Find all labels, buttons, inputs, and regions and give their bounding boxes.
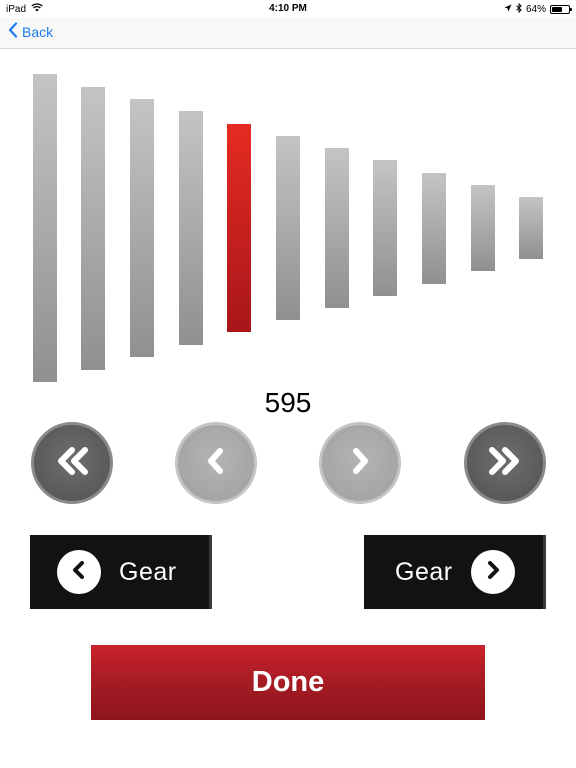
gear-bar[interactable] xyxy=(373,160,397,296)
done-button[interactable]: Done xyxy=(91,645,485,720)
gear-up-circle xyxy=(470,550,515,594)
gear-down-circle xyxy=(57,550,101,594)
gear-bar[interactable] xyxy=(179,111,203,345)
gear-bar[interactable] xyxy=(33,74,57,382)
gear-bar[interactable] xyxy=(519,197,543,259)
gear-bar[interactable] xyxy=(276,136,300,320)
app-screen: iPad 4:10 PM 64% Back 595 Gear Gear Done xyxy=(0,0,576,768)
gear-bar[interactable] xyxy=(130,99,154,357)
chevron-right-icon xyxy=(485,560,501,585)
gear-down-button[interactable]: Gear xyxy=(30,535,212,609)
gear-bar[interactable] xyxy=(422,173,446,284)
gear-bars xyxy=(0,0,576,400)
gear-bar[interactable] xyxy=(471,185,495,271)
double-chevron-right-icon xyxy=(485,446,525,481)
gear-down-label: Gear xyxy=(119,557,177,586)
gear-value: 595 xyxy=(264,387,312,418)
chevron-right-icon xyxy=(348,446,372,481)
gear-bar-selected[interactable] xyxy=(227,124,251,332)
step-back-button[interactable] xyxy=(175,422,257,504)
gear-bar[interactable] xyxy=(81,87,105,370)
gear-up-label: Gear xyxy=(395,557,453,586)
gear-bar[interactable] xyxy=(325,148,349,308)
fast-forward-button[interactable] xyxy=(464,422,546,504)
chevron-left-icon xyxy=(204,446,228,481)
chevron-left-icon xyxy=(71,560,87,585)
fast-back-button[interactable] xyxy=(31,422,113,504)
step-forward-button[interactable] xyxy=(319,422,401,504)
double-chevron-left-icon xyxy=(52,446,92,481)
gear-up-button[interactable]: Gear xyxy=(364,535,546,609)
